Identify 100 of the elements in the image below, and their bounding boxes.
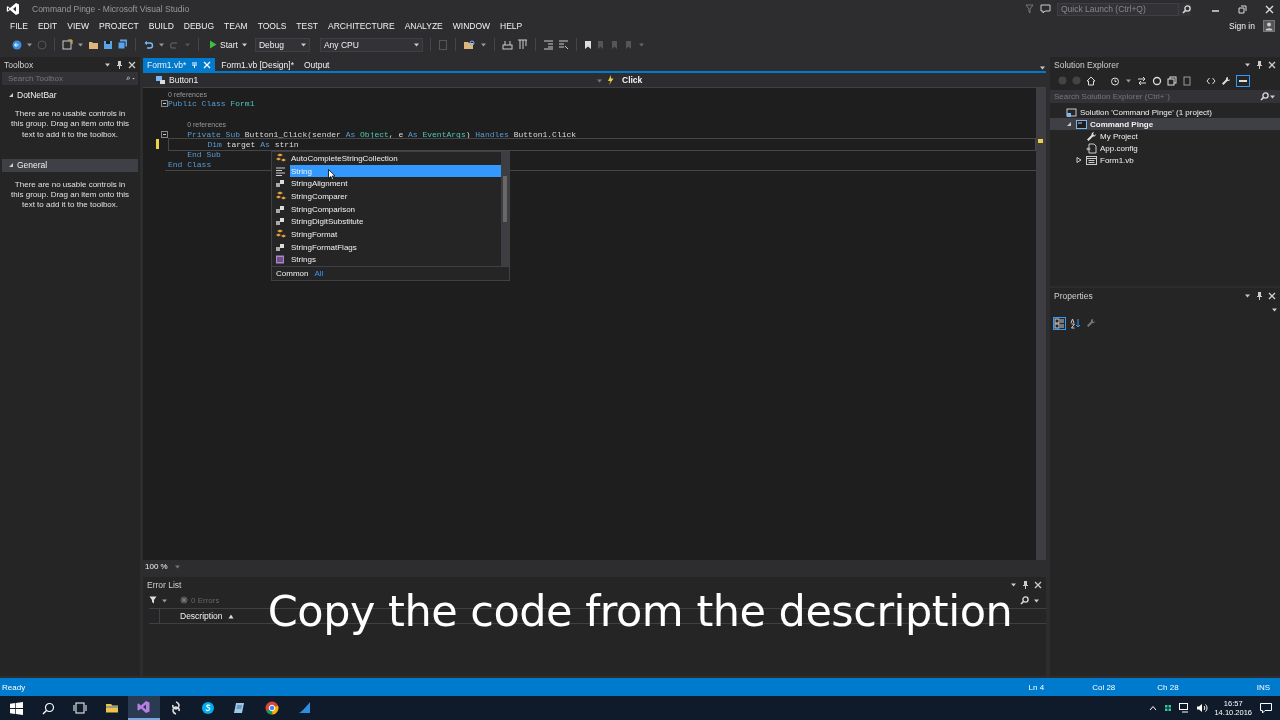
- search-icon[interactable]: [1020, 595, 1029, 605]
- menu-item[interactable]: EDIT: [32, 21, 63, 31]
- tree-item[interactable]: App.config: [1050, 142, 1280, 154]
- close-icon[interactable]: [128, 60, 136, 69]
- close-icon[interactable]: [1034, 580, 1042, 589]
- show-all-files-icon[interactable]: [1182, 75, 1192, 86]
- expander-icon[interactable]: [8, 162, 14, 169]
- pin-icon[interactable]: [191, 61, 199, 68]
- open-folder-icon[interactable]: [88, 39, 99, 50]
- menu-item[interactable]: TOOLS: [252, 21, 292, 31]
- filter-tab[interactable]: All: [314, 269, 324, 279]
- start-button[interactable]: Start: [206, 38, 251, 51]
- completion-item[interactable]: StringComparison: [272, 202, 501, 216]
- search-icon[interactable]: [1182, 4, 1191, 14]
- chevron-up-icon[interactable]: [1149, 705, 1158, 711]
- alphabetical-icon[interactable]: [1070, 318, 1081, 329]
- new-project-icon[interactable]: [62, 39, 73, 50]
- restore-icon[interactable]: [1238, 4, 1247, 14]
- browser-icon[interactable]: [264, 700, 280, 716]
- back-icon[interactable]: [12, 39, 22, 50]
- pin-icon[interactable]: [1256, 60, 1263, 69]
- feedback-icon[interactable]: [1040, 4, 1051, 14]
- chat-app-icon[interactable]: [200, 700, 216, 716]
- completion-item[interactable]: StringComparer: [272, 190, 501, 203]
- expander-icon[interactable]: [1066, 121, 1072, 127]
- menu-item[interactable]: PROJECT: [94, 21, 144, 31]
- group-header[interactable]: General: [2, 158, 138, 172]
- menu-item[interactable]: BUILD: [143, 21, 179, 31]
- menu-item[interactable]: HELP: [495, 21, 528, 31]
- history-icon[interactable]: [1110, 75, 1120, 86]
- save-all-icon[interactable]: [117, 39, 128, 50]
- menu-item[interactable]: DEBUG: [178, 21, 219, 31]
- menu-item[interactable]: TEST: [291, 21, 324, 31]
- document-tab[interactable]: Form1.vb [Design]*: [217, 58, 298, 71]
- indent-icon[interactable]: [557, 39, 569, 50]
- task-view-icon[interactable]: [73, 702, 87, 714]
- group-header[interactable]: DotNetBar: [2, 88, 138, 101]
- expander-icon[interactable]: [8, 91, 14, 98]
- scrollbar[interactable]: [1036, 88, 1046, 560]
- pin-icon[interactable]: [1256, 291, 1263, 300]
- event-dropdown[interactable]: Click: [622, 75, 643, 85]
- scrollbar[interactable]: [501, 152, 509, 267]
- completion-item[interactable]: AutoCompleteStringCollection: [272, 152, 501, 165]
- windows-logo-icon[interactable]: [9, 701, 23, 715]
- find-folder-icon[interactable]: [462, 38, 476, 51]
- menu-item[interactable]: ANALYZE: [399, 21, 448, 31]
- close-icon[interactable]: [1265, 4, 1274, 14]
- outdent-icon[interactable]: [542, 39, 554, 50]
- pin-icon[interactable]: [116, 60, 123, 69]
- tree-item[interactable]: Command Pinge: [1050, 118, 1280, 130]
- completion-item[interactable]: StringDigitSubstitute: [272, 215, 501, 229]
- quick-launch-field[interactable]: Quick Launch (Ctrl+Q): [1057, 2, 1179, 16]
- object-dropdown[interactable]: Button1: [169, 75, 199, 85]
- completion-item[interactable]: StringFormatFlags: [272, 240, 501, 254]
- speaker-icon[interactable]: [1196, 703, 1209, 713]
- code-icon[interactable]: [1206, 75, 1216, 86]
- completion-item[interactable]: StringFormat: [272, 228, 501, 241]
- menu-item[interactable]: FILE: [5, 21, 33, 31]
- close-icon[interactable]: [1268, 60, 1276, 69]
- configuration-dropdown[interactable]: Debug: [254, 37, 310, 52]
- wrench-icon[interactable]: [1221, 75, 1231, 86]
- filter-icon[interactable]: [149, 596, 157, 604]
- document-tab[interactable]: Output: [299, 58, 334, 71]
- column-header[interactable]: Description: [180, 611, 223, 621]
- columns-icon[interactable]: [516, 39, 528, 50]
- preview-icon[interactable]: [1236, 74, 1250, 87]
- clipboard-icon[interactable]: [437, 39, 448, 50]
- home-icon[interactable]: [1086, 75, 1096, 86]
- user-icon[interactable]: [1263, 20, 1275, 32]
- tree-item[interactable]: Solution 'Command Pinge' (1 project): [1050, 106, 1280, 118]
- refresh-icon[interactable]: [1152, 75, 1162, 86]
- document-tab[interactable]: Form1.vb*: [143, 58, 216, 71]
- wave-icon[interactable]: [296, 700, 312, 716]
- menu-item[interactable]: ARCHITECTURE: [323, 21, 400, 31]
- hierarchy-icon[interactable]: [501, 39, 513, 50]
- platform-dropdown[interactable]: Any CPU: [319, 37, 423, 52]
- search-icon[interactable]: [1260, 92, 1269, 101]
- pin-icon[interactable]: [1022, 580, 1029, 589]
- filter-tab[interactable]: Common: [276, 269, 309, 279]
- tree-item[interactable]: Form1.vb: [1050, 154, 1280, 166]
- save-icon[interactable]: [103, 39, 113, 50]
- menu-item[interactable]: VIEW: [62, 21, 95, 31]
- network-icon[interactable]: [1179, 703, 1191, 713]
- close-icon[interactable]: [1268, 291, 1276, 300]
- notifications-icon[interactable]: [1260, 702, 1272, 714]
- completion-item[interactable]: StringAlignment: [272, 177, 501, 191]
- sync-icon[interactable]: [1137, 75, 1147, 86]
- sign-in-link[interactable]: Sign in: [1229, 21, 1255, 31]
- infinity-logo-icon[interactable]: [136, 699, 152, 715]
- collapse-icon[interactable]: [161, 130, 168, 138]
- tray-app-icon[interactable]: [1163, 703, 1174, 713]
- completion-item[interactable]: Strings: [272, 253, 501, 267]
- menu-item[interactable]: TEAM: [219, 21, 253, 31]
- search-icon[interactable]: [41, 701, 55, 715]
- undo-icon[interactable]: [143, 39, 154, 50]
- collapse-icon[interactable]: [161, 100, 168, 108]
- tree-item[interactable]: My Project: [1050, 130, 1280, 142]
- expander-icon[interactable]: [1076, 157, 1082, 163]
- menu-item[interactable]: WINDOW: [447, 21, 496, 31]
- zoom-level[interactable]: 100 %: [145, 562, 168, 571]
